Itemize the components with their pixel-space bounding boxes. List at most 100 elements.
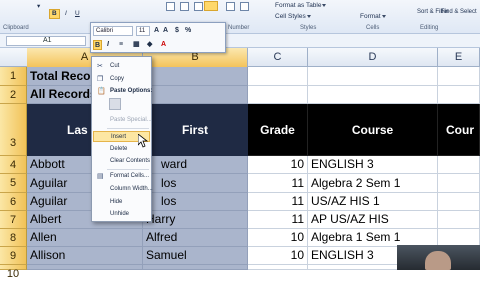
bold-button[interactable]: B: [93, 40, 102, 50]
cell-b3[interactable]: First: [143, 104, 248, 156]
cell-d5[interactable]: Algebra 2 Sem 1: [308, 174, 438, 193]
menu-item-cut-label: Cut: [110, 63, 120, 69]
formula-bar: A1: [0, 34, 480, 48]
name-box[interactable]: A1: [6, 36, 86, 46]
row-header[interactable]: 10: [0, 265, 27, 280]
cell-e4[interactable]: [438, 156, 480, 174]
row-header[interactable]: 1: [0, 67, 27, 86]
format-cells-icon: ▤: [97, 173, 104, 180]
menu-item-hide[interactable]: Hide: [93, 197, 150, 208]
cell-b7[interactable]: Harry: [143, 211, 248, 229]
font-size-field[interactable]: 11: [136, 26, 150, 36]
column-headers: A B C D E: [0, 48, 480, 67]
cell-c8[interactable]: 10: [248, 229, 308, 247]
cell-b9[interactable]: Samuel: [143, 247, 248, 265]
row-header[interactable]: 4: [0, 156, 27, 174]
ribbon-underline-button[interactable]: U: [72, 9, 83, 19]
row-header[interactable]: 7: [0, 211, 27, 229]
menu-item-clear-contents[interactable]: Clear Contents: [93, 156, 150, 167]
cell-b4[interactable]: ward: [143, 156, 248, 174]
ribbon: ▾ B I U Format as Table Cell Styles Form…: [0, 0, 480, 34]
menu-item-copy[interactable]: ❐ Copy: [93, 74, 150, 85]
italic-button[interactable]: I: [107, 40, 109, 50]
cell-d1[interactable]: [308, 67, 438, 86]
cell-e6[interactable]: [438, 193, 480, 211]
cells-group-label: Cells: [366, 25, 380, 31]
cell-c1[interactable]: [248, 67, 308, 86]
percent-icon[interactable]: [240, 2, 249, 11]
cell-c7[interactable]: 11: [248, 211, 308, 229]
cell-e3[interactable]: Cour: [438, 104, 480, 156]
cell-c5[interactable]: 11: [248, 174, 308, 193]
ribbon-italic-button[interactable]: I: [62, 9, 70, 19]
cell-styles-button[interactable]: Cell Styles: [272, 12, 314, 22]
cell-b8[interactable]: Alfred: [143, 229, 248, 247]
align-bottom-icon[interactable]: [194, 2, 203, 11]
currency-icon[interactable]: [226, 2, 235, 11]
cell-a8[interactable]: Allen: [27, 229, 143, 247]
cell-c9[interactable]: 10: [248, 247, 308, 265]
merge-center-button[interactable]: [204, 1, 218, 11]
cell-d3[interactable]: Course: [308, 104, 438, 156]
cell-c10[interactable]: [248, 265, 308, 270]
menu-item-format-cells[interactable]: ▤ Format Cells...: [93, 171, 150, 182]
cell-b1[interactable]: [143, 67, 248, 86]
align-top-icon[interactable]: [166, 2, 175, 11]
align-center-icon[interactable]: ≡: [119, 40, 123, 50]
column-header-e[interactable]: E: [438, 48, 480, 67]
font-name-field[interactable]: Calibri: [93, 26, 133, 36]
cell-e2[interactable]: [438, 86, 480, 104]
clipboard-group-label: Clipboard: [3, 25, 29, 31]
menu-item-column-width[interactable]: Column Width...: [93, 184, 153, 195]
row-header[interactable]: 5: [0, 174, 27, 193]
cell-d4[interactable]: ENGLISH 3: [308, 156, 438, 174]
shrink-font-icon[interactable]: A: [163, 26, 168, 36]
row-header[interactable]: 9: [0, 247, 27, 265]
fill-color-icon[interactable]: ◆: [147, 40, 152, 50]
format-button[interactable]: Format: [357, 12, 389, 22]
column-header-c[interactable]: C: [248, 48, 308, 67]
cell-a10[interactable]: [27, 265, 143, 270]
format-as-table-button[interactable]: Format as Table: [272, 1, 329, 11]
column-header-d[interactable]: D: [308, 48, 438, 67]
align-middle-icon[interactable]: [180, 2, 189, 11]
row-header[interactable]: 3: [0, 104, 27, 156]
cell-b2[interactable]: [143, 86, 248, 104]
menu-separator: [107, 128, 149, 129]
cell-e7[interactable]: [438, 211, 480, 229]
paste-option-icon[interactable]: [109, 98, 121, 110]
menu-item-unhide[interactable]: Unhide: [93, 209, 150, 220]
percent-format-icon[interactable]: %: [185, 26, 191, 36]
format-painter-button[interactable]: ▾: [34, 2, 43, 12]
cell-c6[interactable]: 11: [248, 193, 308, 211]
font-color-icon[interactable]: A: [161, 40, 166, 50]
row-header[interactable]: 8: [0, 229, 27, 247]
cell-c4[interactable]: 10: [248, 156, 308, 174]
cell-b5[interactable]: los: [143, 174, 248, 193]
borders-icon[interactable]: ▦: [133, 40, 140, 50]
format-as-table-label: Format as Table: [275, 2, 322, 9]
cell-e1[interactable]: [438, 67, 480, 86]
cell-b10[interactable]: [143, 265, 248, 270]
currency-format-icon[interactable]: $: [175, 26, 179, 36]
cell-b6[interactable]: los: [143, 193, 248, 211]
presenter-face: [425, 251, 451, 270]
menu-item-unhide-label: Unhide: [110, 211, 130, 217]
menu-item-cut[interactable]: ✂ Cut: [93, 61, 150, 72]
cell-d2[interactable]: [308, 86, 438, 104]
find-select-button[interactable]: Find & Select: [438, 8, 480, 18]
menu-item-paste-special-label: Paste Special...: [110, 117, 152, 123]
cell-d6[interactable]: US/AZ HIS 1: [308, 193, 438, 211]
cell-a9[interactable]: Allison: [27, 247, 143, 265]
grow-font-icon[interactable]: A: [154, 26, 159, 36]
menu-item-paste-special[interactable]: Paste Special...: [93, 115, 152, 126]
cell-c3[interactable]: Grade: [248, 104, 308, 156]
mouse-cursor-icon: [138, 134, 148, 148]
ribbon-bold-button[interactable]: B: [49, 9, 60, 19]
find-select-label: Find & Select: [441, 9, 477, 15]
cell-e5[interactable]: [438, 174, 480, 193]
cell-c2[interactable]: [248, 86, 308, 104]
row-header[interactable]: 6: [0, 193, 27, 211]
cell-d7[interactable]: AP US/AZ HIS: [308, 211, 438, 229]
row-header[interactable]: 2: [0, 86, 27, 104]
